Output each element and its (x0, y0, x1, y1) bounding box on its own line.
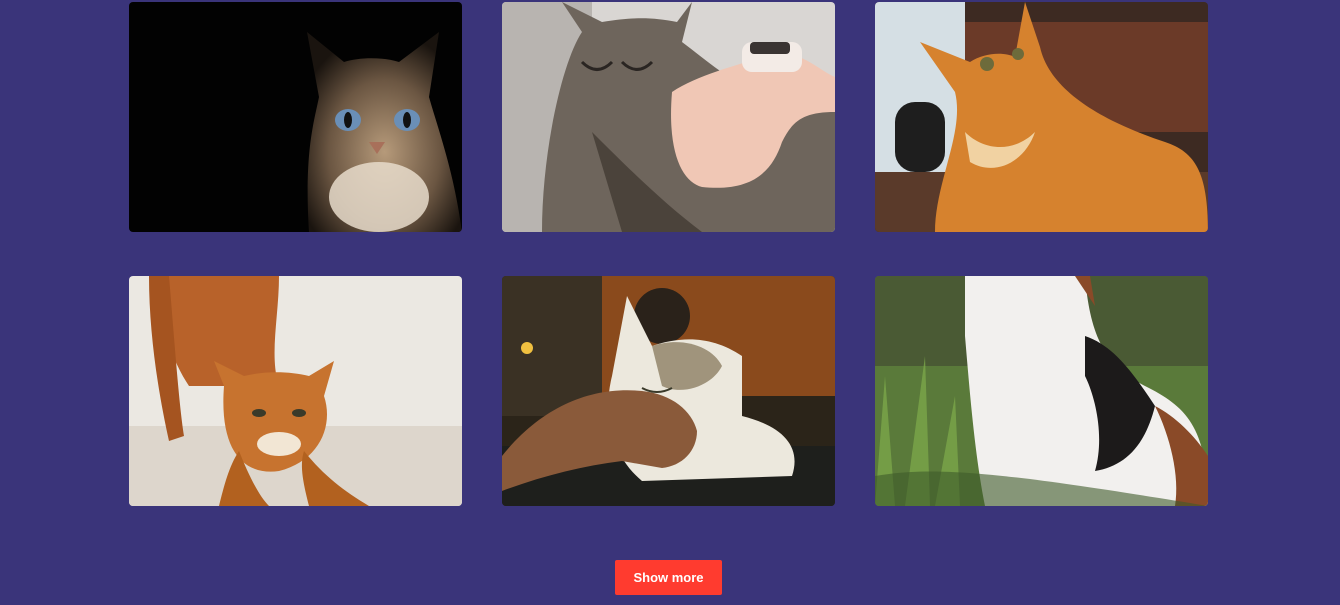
cat-being-petted-photo (502, 276, 835, 506)
tabby-cat-blue-eyes-photo (129, 2, 462, 232)
cat-photo-gallery (129, 2, 1208, 506)
gallery-image-tabby-cat-blue-eyes[interactable] (129, 2, 462, 232)
gallery-image-calico-cat-in-grass[interactable] (875, 276, 1208, 506)
gallery-image-orange-cat-stretching[interactable] (129, 276, 462, 506)
calico-cat-in-grass-photo (875, 276, 1208, 506)
show-more-button[interactable]: Show more (615, 560, 722, 595)
sleeping-tabby-cat-photo (502, 2, 835, 232)
orange-cat-stretching-photo (129, 276, 462, 506)
gallery-image-cat-being-petted[interactable] (502, 276, 835, 506)
gallery-image-sleeping-tabby-cat[interactable] (502, 2, 835, 232)
orange-cat-looking-up-photo (875, 2, 1208, 232)
gallery-image-orange-cat-looking-up[interactable] (875, 2, 1208, 232)
